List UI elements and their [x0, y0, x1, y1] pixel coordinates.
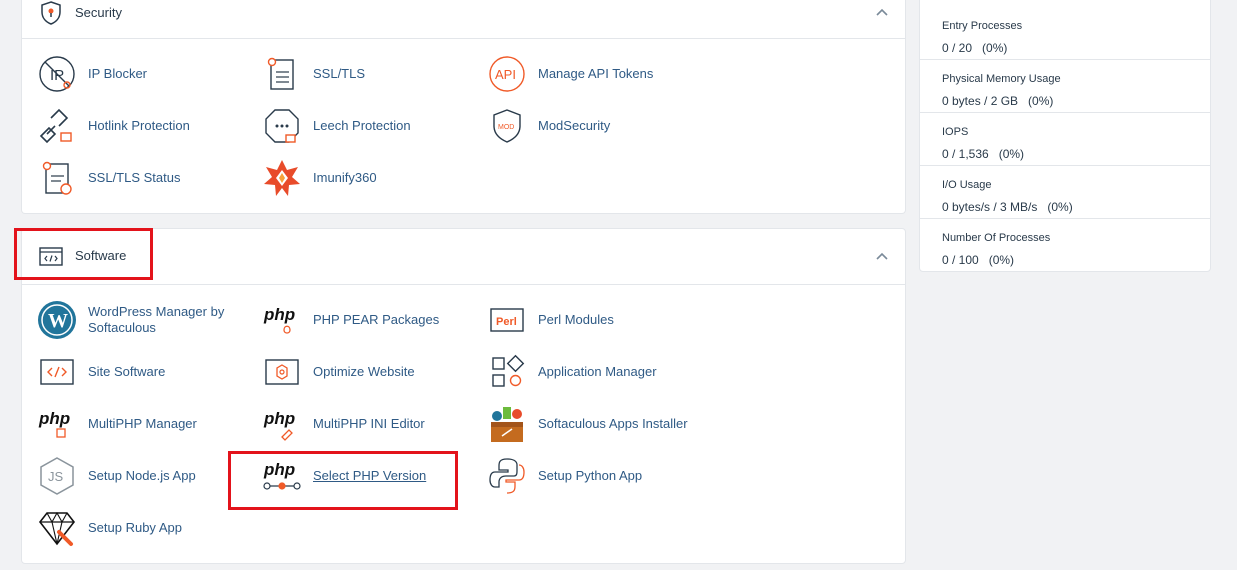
tool-label: Imunify360 — [313, 170, 377, 185]
tool-label: WordPress Manager by Softaculous — [88, 304, 225, 335]
application-manager-icon — [492, 354, 525, 387]
resource-stats-panel: Entry Processes 0 / 20 (0%) Physical Mem… — [919, 0, 1211, 272]
tool-php-pear-packages[interactable]: php PHP PEAR Packages — [247, 298, 439, 342]
stat-physical-memory-usage: Physical Memory Usage 0 bytes / 2 GB (0%… — [920, 60, 1210, 113]
stat-value: 0 / 20 (0%) — [942, 41, 1008, 55]
stat-label: Number Of Processes — [942, 232, 1051, 244]
tool-label: IP Blocker — [88, 66, 148, 81]
software-panel-title: Software — [75, 248, 127, 263]
tool-wordpress-manager[interactable]: W WordPress Manager by Softaculous — [22, 298, 238, 342]
tool-label: MultiPHP Manager — [88, 416, 197, 431]
hotlink-protection-icon — [39, 108, 72, 144]
tool-modsecurity[interactable]: MOD ModSecurity — [472, 104, 610, 148]
security-panel-header[interactable]: Security — [22, 0, 905, 39]
tool-multiphp-ini-editor[interactable]: php MultiPHP INI Editor — [247, 402, 425, 446]
multiphp-manager-icon: php — [38, 409, 70, 438]
tool-label: ModSecurity — [538, 118, 611, 133]
tool-label: Setup Ruby App — [88, 520, 182, 535]
tool-multiphp-manager[interactable]: php MultiPHP Manager — [22, 402, 197, 446]
svg-text:IP: IP — [50, 67, 64, 84]
tool-label: MultiPHP INI Editor — [313, 416, 425, 431]
stat-value: 0 / 1,536 (0%) — [942, 147, 1025, 161]
stat-number-of-processes: Number Of Processes 0 / 100 (0%) — [920, 219, 1210, 272]
tool-label: Application Manager — [538, 364, 657, 379]
multiphp-ini-editor-icon: php — [263, 409, 295, 441]
tool-ssl-tls[interactable]: SSL/TLS — [247, 52, 365, 96]
modsecurity-icon: MOD — [493, 109, 521, 143]
stat-label: IOPS — [942, 126, 969, 138]
tool-select-php-version[interactable]: php Select PHP Version — [247, 454, 426, 498]
stat-label: Entry Processes — [942, 20, 1023, 32]
site-software-icon — [40, 359, 74, 385]
svg-text:php: php — [263, 460, 295, 479]
tool-label: Softaculous Apps Installer — [538, 416, 688, 431]
stat-value: 0 / 100 (0%) — [942, 253, 1015, 267]
tool-label: Leech Protection — [313, 118, 411, 133]
tool-hotlink-protection[interactable]: Hotlink Protection — [22, 104, 190, 148]
tool-ssl-tls-status[interactable]: SSL/TLS Status — [22, 156, 181, 200]
stat-io-usage: I/O Usage 0 bytes/s / 3 MB/s (0%) — [920, 166, 1210, 219]
tool-leech-protection[interactable]: Leech Protection — [247, 104, 411, 148]
tool-label: Manage API Tokens — [538, 66, 654, 81]
svg-text:php: php — [263, 409, 295, 428]
ssl-tls-status-icon — [42, 161, 72, 195]
software-panel-header[interactable]: Software — [22, 229, 905, 285]
api-tokens-icon: API — [489, 56, 525, 92]
tool-label: SSL/TLS Status — [88, 170, 181, 185]
wordpress-icon: W — [38, 301, 76, 339]
optimize-website-icon — [265, 359, 299, 385]
shield-icon — [41, 1, 61, 25]
tool-site-software[interactable]: Site Software — [22, 350, 165, 394]
ip-blocker-icon: IP — [39, 56, 75, 92]
perl-icon: Perl — [490, 308, 524, 332]
tool-label: Select PHP Version — [313, 468, 427, 483]
python-icon — [489, 458, 525, 494]
tool-setup-ruby-app[interactable]: Setup Ruby App — [22, 506, 182, 550]
tool-manage-api-tokens[interactable]: API Manage API Tokens — [472, 52, 653, 96]
tool-label: Optimize Website — [313, 364, 415, 379]
svg-text:php: php — [263, 305, 295, 324]
tool-setup-nodejs-app[interactable]: JS Setup Node.js App — [22, 454, 196, 498]
svg-text:JS: JS — [48, 469, 64, 484]
security-panel: Security IP IP Blocker SSL/TLS API Manag… — [21, 0, 906, 214]
imunify360-icon — [264, 160, 300, 196]
stat-label: Physical Memory Usage — [942, 73, 1061, 85]
chevron-up-icon[interactable] — [873, 247, 891, 265]
tool-perl-modules[interactable]: Perl Perl Modules — [472, 298, 614, 342]
php-pear-icon: php — [263, 305, 295, 334]
tool-label: SSL/TLS — [313, 66, 366, 81]
tool-label: Hotlink Protection — [88, 118, 190, 133]
svg-text:php: php — [38, 409, 70, 428]
stat-label: I/O Usage — [942, 179, 992, 191]
nodejs-icon: JS — [40, 457, 74, 495]
svg-text:MOD: MOD — [498, 124, 514, 131]
softaculous-icon — [491, 407, 523, 442]
chevron-up-icon[interactable] — [873, 3, 891, 21]
ruby-icon — [38, 511, 76, 546]
svg-text:API: API — [495, 67, 516, 82]
stat-entry-processes: Entry Processes 0 / 20 (0%) — [920, 7, 1210, 60]
stat-value: 0 bytes/s / 3 MB/s (0%) — [942, 200, 1073, 214]
select-php-version-icon: php — [263, 460, 301, 490]
tool-softaculous-apps-installer[interactable]: Softaculous Apps Installer — [472, 402, 688, 446]
stat-value: 0 bytes / 2 GB (0%) — [942, 94, 1054, 108]
tool-label: PHP PEAR Packages — [313, 312, 440, 327]
tool-label: Setup Node.js App — [88, 468, 196, 483]
software-panel: Software W WordPress Manager by Softacul… — [21, 228, 906, 564]
leech-protection-icon — [265, 109, 299, 143]
tool-setup-python-app[interactable]: Setup Python App — [472, 454, 642, 498]
tool-imunify360[interactable]: Imunify360 — [247, 156, 377, 200]
ssl-tls-icon — [267, 57, 294, 90]
tool-optimize-website[interactable]: Optimize Website — [247, 350, 415, 394]
tool-application-manager[interactable]: Application Manager — [472, 350, 657, 394]
stat-iops: IOPS 0 / 1,536 (0%) — [920, 113, 1210, 166]
tool-label: Setup Python App — [538, 468, 643, 483]
code-window-icon — [39, 247, 63, 266]
tool-ip-blocker[interactable]: IP IP Blocker — [22, 52, 147, 96]
security-panel-title: Security — [75, 5, 122, 20]
svg-text:W: W — [48, 310, 68, 332]
svg-text:Perl: Perl — [496, 316, 517, 328]
tool-label: Site Software — [88, 364, 166, 379]
tool-label: Perl Modules — [538, 312, 614, 327]
